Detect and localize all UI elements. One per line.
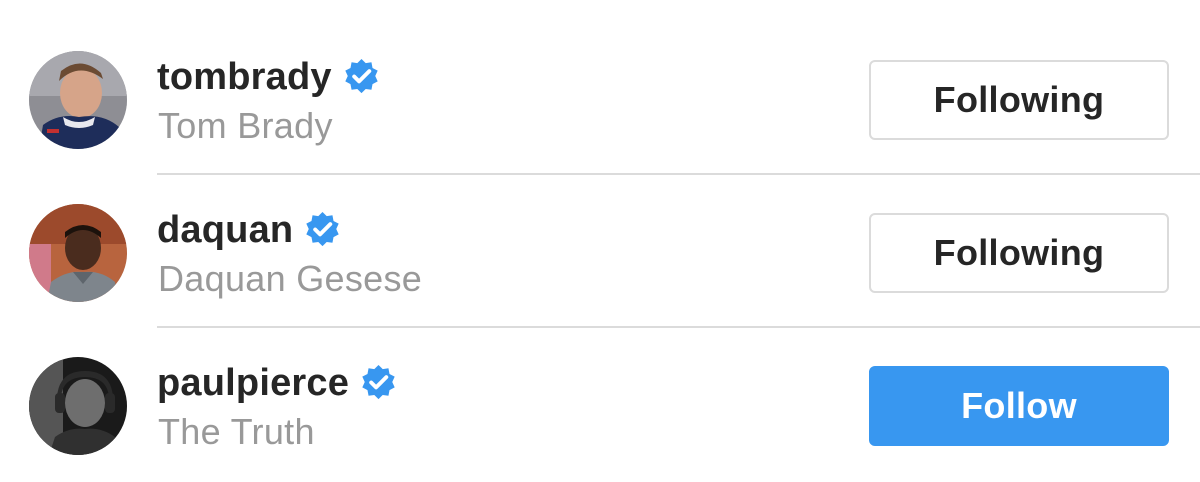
username-line: daquan [157, 206, 342, 254]
follow-button[interactable]: Follow [869, 366, 1169, 446]
full-name: The Truth [158, 411, 315, 452]
profile-photo-icon [29, 357, 127, 455]
verified-badge-icon [342, 58, 381, 97]
username-line: tombrady [157, 53, 381, 101]
following-button[interactable]: Following [869, 60, 1169, 140]
avatar[interactable] [29, 357, 127, 455]
full-name: Daquan Gesese [158, 258, 423, 299]
username[interactable]: daquan [157, 206, 293, 254]
avatar[interactable] [29, 51, 127, 149]
full-name: Tom Brady [158, 105, 333, 146]
verified-badge-icon [359, 364, 398, 403]
username[interactable]: tombrady [157, 53, 332, 101]
verified-badge-icon [303, 211, 342, 250]
profile-photo-icon [29, 51, 127, 149]
username-line: paulpierce [157, 359, 398, 407]
avatar[interactable] [29, 204, 127, 302]
divider [157, 173, 1200, 175]
list-item[interactable]: tombrady Tom Brady Following [0, 23, 1200, 176]
list-item[interactable]: paulpierce The Truth Follow [0, 329, 1200, 482]
following-button[interactable]: Following [869, 213, 1169, 293]
profile-photo-icon [29, 204, 127, 302]
list-item[interactable]: daquan Daquan Gesese Following [0, 176, 1200, 329]
username[interactable]: paulpierce [157, 359, 349, 407]
user-list: tombrady Tom Brady Following daquan Daqu… [0, 0, 1200, 480]
divider [157, 326, 1200, 328]
